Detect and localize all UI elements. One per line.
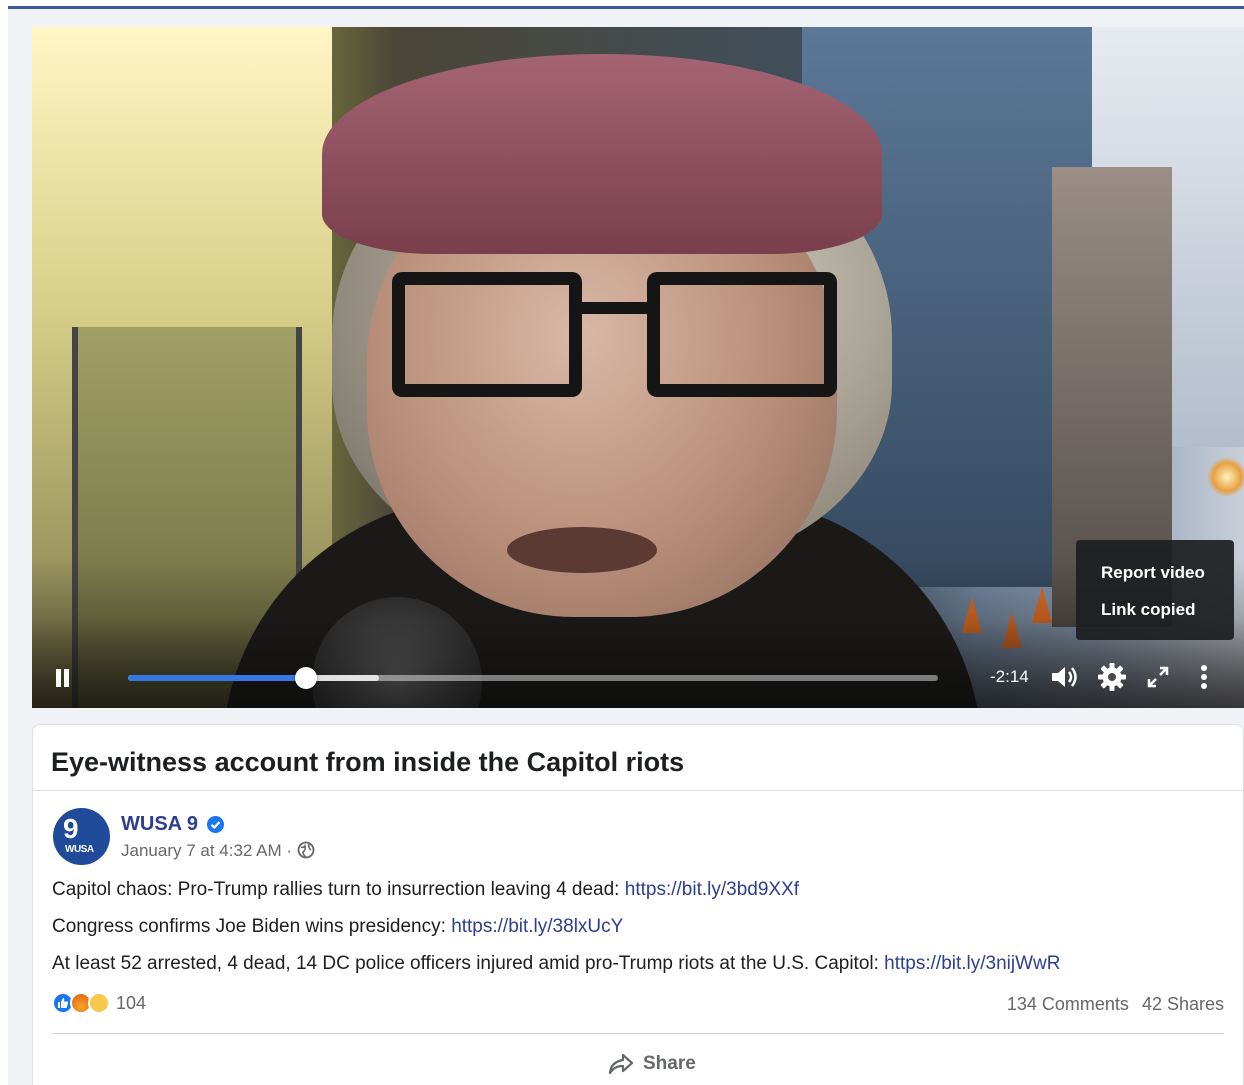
- post: 9 WUSA WUSA 9 January 7 at 4:32 AM · Cap…: [32, 790, 1244, 1085]
- page-name-link[interactable]: WUSA 9: [121, 813, 198, 836]
- video-bg-streetlight: [1207, 457, 1244, 497]
- link-copied-menu-item[interactable]: Link copied: [1076, 597, 1234, 634]
- reactions-summary[interactable]: 104: [52, 991, 146, 1015]
- post-text-line: Capitol chaos: Pro-Trump rallies turn to…: [52, 879, 799, 901]
- volume-icon[interactable]: [1046, 659, 1082, 695]
- share-label: Share: [643, 1053, 696, 1074]
- post-link[interactable]: https://bit.ly/3bd9XXf: [625, 879, 799, 900]
- post-text: Congress confirms Joe Biden wins preside…: [52, 916, 452, 937]
- post-link[interactable]: https://bit.ly/38lxUcY: [451, 916, 623, 937]
- post-text-line: At least 52 arrested, 4 dead, 14 DC poli…: [52, 953, 1061, 975]
- video-person-mouth: [507, 527, 657, 573]
- video-frame: [32, 27, 1244, 708]
- progress-bar[interactable]: [128, 667, 938, 689]
- video-person-cap: [322, 54, 882, 254]
- verified-badge-icon: [207, 816, 224, 833]
- post-text-line: Congress confirms Joe Biden wins preside…: [52, 916, 623, 938]
- share-arrow-icon: [608, 1053, 634, 1075]
- meta-separator: ·: [281, 841, 297, 860]
- video-player[interactable]: Report video Link copied -2:14: [32, 27, 1244, 708]
- avatar-logo-number: 9: [63, 813, 79, 844]
- actions-divider: [52, 1033, 1224, 1034]
- reaction-count: 104: [116, 992, 147, 1013]
- sad-icon: [88, 992, 110, 1014]
- video-person-glasses: [392, 272, 852, 402]
- globe-icon: [297, 841, 315, 864]
- more-options-icon[interactable]: [1186, 659, 1222, 695]
- post-link[interactable]: https://bit.ly/3nijWwR: [884, 953, 1060, 974]
- avatar-logo-text: WUSA: [65, 844, 94, 855]
- video-context-menu: Report video Link copied: [1076, 540, 1234, 640]
- post-meta: January 7 at 4:32 AM ·: [121, 841, 315, 864]
- time-remaining: -2:14: [990, 667, 1029, 686]
- post-text: Capitol chaos: Pro-Trump rallies turn to…: [52, 879, 625, 900]
- shares-count-link[interactable]: 42 Shares: [1142, 994, 1224, 1014]
- engagement-counts: 134 Comments 42 Shares: [1007, 994, 1224, 1015]
- video-title: Eye-witness account from inside the Capi…: [51, 747, 685, 777]
- video-controls: -2:14: [32, 655, 1244, 695]
- page-avatar[interactable]: 9 WUSA: [53, 808, 110, 865]
- progress-scrubber[interactable]: [295, 667, 318, 689]
- progress-played: [128, 675, 307, 681]
- video-title-card: Eye-witness account from inside the Capi…: [32, 724, 1244, 790]
- settings-gear-icon[interactable]: [1094, 659, 1130, 695]
- fullscreen-icon[interactable]: [1140, 659, 1176, 695]
- pause-icon[interactable]: [54, 669, 72, 687]
- report-video-menu-item[interactable]: Report video: [1076, 560, 1234, 597]
- comments-count-link[interactable]: 134 Comments: [1007, 994, 1129, 1014]
- share-button[interactable]: Share: [608, 1051, 696, 1077]
- post-text: At least 52 arrested, 4 dead, 14 DC poli…: [52, 953, 885, 974]
- post-timestamp-link[interactable]: January 7 at 4:32 AM: [121, 841, 282, 860]
